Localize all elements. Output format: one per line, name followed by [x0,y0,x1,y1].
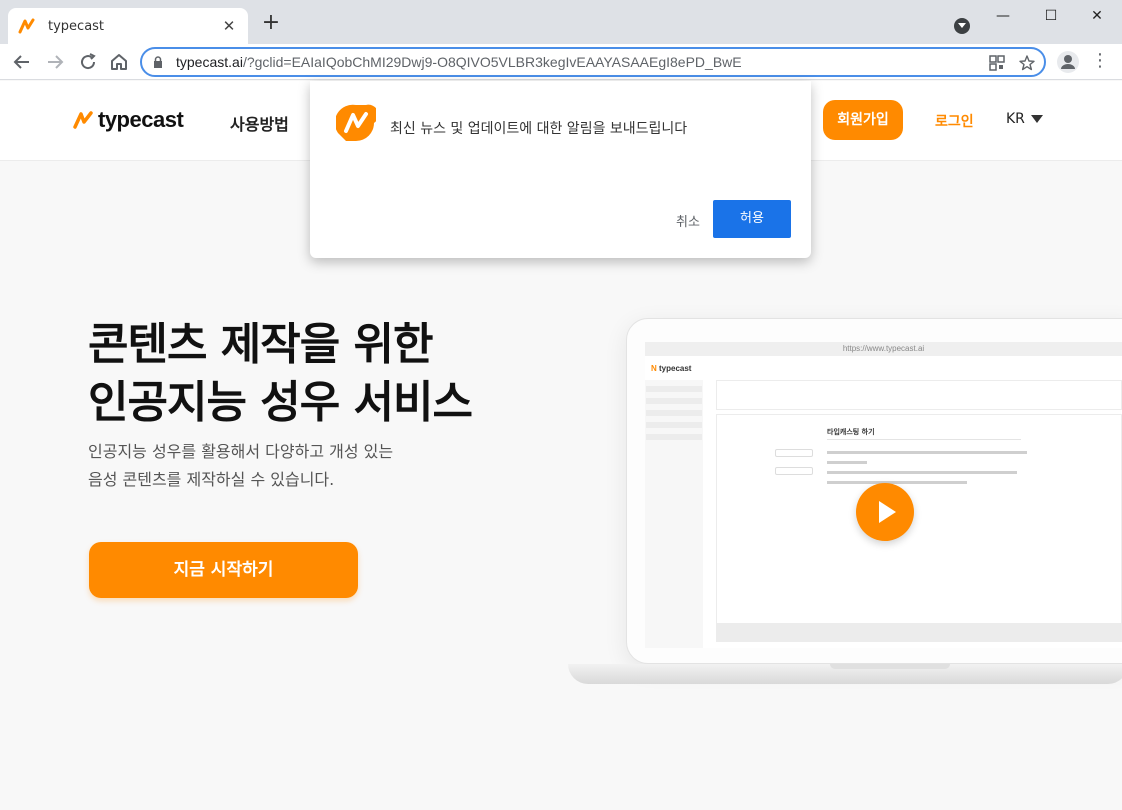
language-label: KR [1006,111,1025,127]
cancel-button[interactable]: 취소 [676,211,700,230]
url-text[interactable]: typecast.ai/?gclid=EAIaIQobChMI29Dwj9-O8… [176,54,742,70]
mockup-chip [775,449,813,457]
mockup-text-line [827,461,867,464]
tab-search-icon[interactable] [954,18,970,34]
tab-close-icon[interactable]: ✕ [220,17,238,35]
profile-avatar-icon[interactable] [1057,51,1079,73]
play-button-icon[interactable] [856,483,914,541]
hero-title: 콘텐츠 제작을 위한 인공지능 성우 서비스 [88,316,473,432]
mockup-text-line [827,481,967,484]
mockup-text-line [827,451,1027,454]
logo-wordmark: typecast [98,107,184,132]
mockup-bottom-bar [716,624,1122,642]
window-close-button[interactable]: ✕ [1084,6,1110,26]
address-bar[interactable]: typecast.ai/?gclid=EAIaIQobChMI29Dwj9-O8… [140,47,1046,77]
mockup-speaker-strip [716,380,1122,437]
home-icon[interactable] [107,50,131,74]
nav-how-to-use[interactable]: 사용방법 [230,111,289,135]
mockup-url: https://www.typecast.ai [842,344,925,353]
login-link[interactable]: 로그인 [935,111,974,131]
notification-permission-dialog: 최신 뉴스 및 업데이트에 대한 알림을 보내드립니다 취소 허용 [310,81,811,258]
mockup-divider [827,439,1021,440]
signup-button[interactable]: 회원가입 [823,100,903,140]
laptop-notch [830,664,950,669]
window-minimize-button[interactable]: — [990,6,1016,26]
typecast-favicon-icon [18,18,35,34]
typecast-app-icon [336,104,376,141]
url-host: typecast.ai [176,54,243,70]
caret-down-icon [1030,115,1043,123]
new-tab-button[interactable]: + [260,12,282,34]
notification-message: 최신 뉴스 및 업데이트에 대한 알림을 보내드립니다 [390,121,688,137]
tab-title: typecast [48,18,105,34]
browser-tab[interactable]: typecast ✕ [8,8,248,44]
hero-subtitle-line: 음성 콘텐츠를 제작하실 수 있습니다. [88,470,335,489]
mockup-text-line [827,471,1017,474]
hero-title-line: 인공지능 성우 서비스 [88,377,473,428]
language-selector[interactable]: KR [1006,111,1043,127]
start-now-button[interactable]: 지금 시작하기 [89,542,358,598]
browser-tab-strip: typecast ✕ + — ☐ ✕ [0,0,1122,44]
hero-subtitle-line: 인공지능 성우를 활용해서 다양하고 개성 있는 [88,442,394,461]
mockup-chip [775,467,813,475]
window-maximize-button[interactable]: ☐ [1038,6,1064,26]
browser-toolbar: typecast.ai/?gclid=EAIaIQobChMI29Dwj9-O8… [0,44,1122,80]
lock-icon[interactable] [152,56,164,68]
typecast-logo[interactable]: typecast [72,107,184,133]
bookmark-star-icon[interactable] [1018,54,1036,72]
hero-title-line: 콘텐츠 제작을 위한 [88,319,433,370]
url-path: /?gclid=EAIaIQobChMI29Dwj9-O8QIVO5VLBR3k… [242,54,742,70]
mockup-address-bar: https://www.typecast.ai [645,342,1122,356]
mockup-editor-panel: 타입캐스팅 하기 [716,414,1122,624]
mockup-panel-title: 타입캐스팅 하기 [827,428,875,436]
mockup-sidebar [645,380,703,648]
back-arrow-icon[interactable] [10,50,34,74]
forward-arrow-icon[interactable] [43,50,67,74]
mockup-logo: N typecast [651,364,692,373]
hero-subtitle: 인공지능 성우를 활용해서 다양하고 개성 있는 음성 콘텐츠를 제작하실 수 … [88,438,393,494]
reload-icon[interactable] [76,50,100,74]
typecast-logo-icon [73,111,93,129]
allow-button[interactable]: 허용 [713,200,791,238]
qr-code-icon[interactable] [988,54,1006,72]
browser-menu-icon[interactable]: ⋮ [1090,50,1110,74]
